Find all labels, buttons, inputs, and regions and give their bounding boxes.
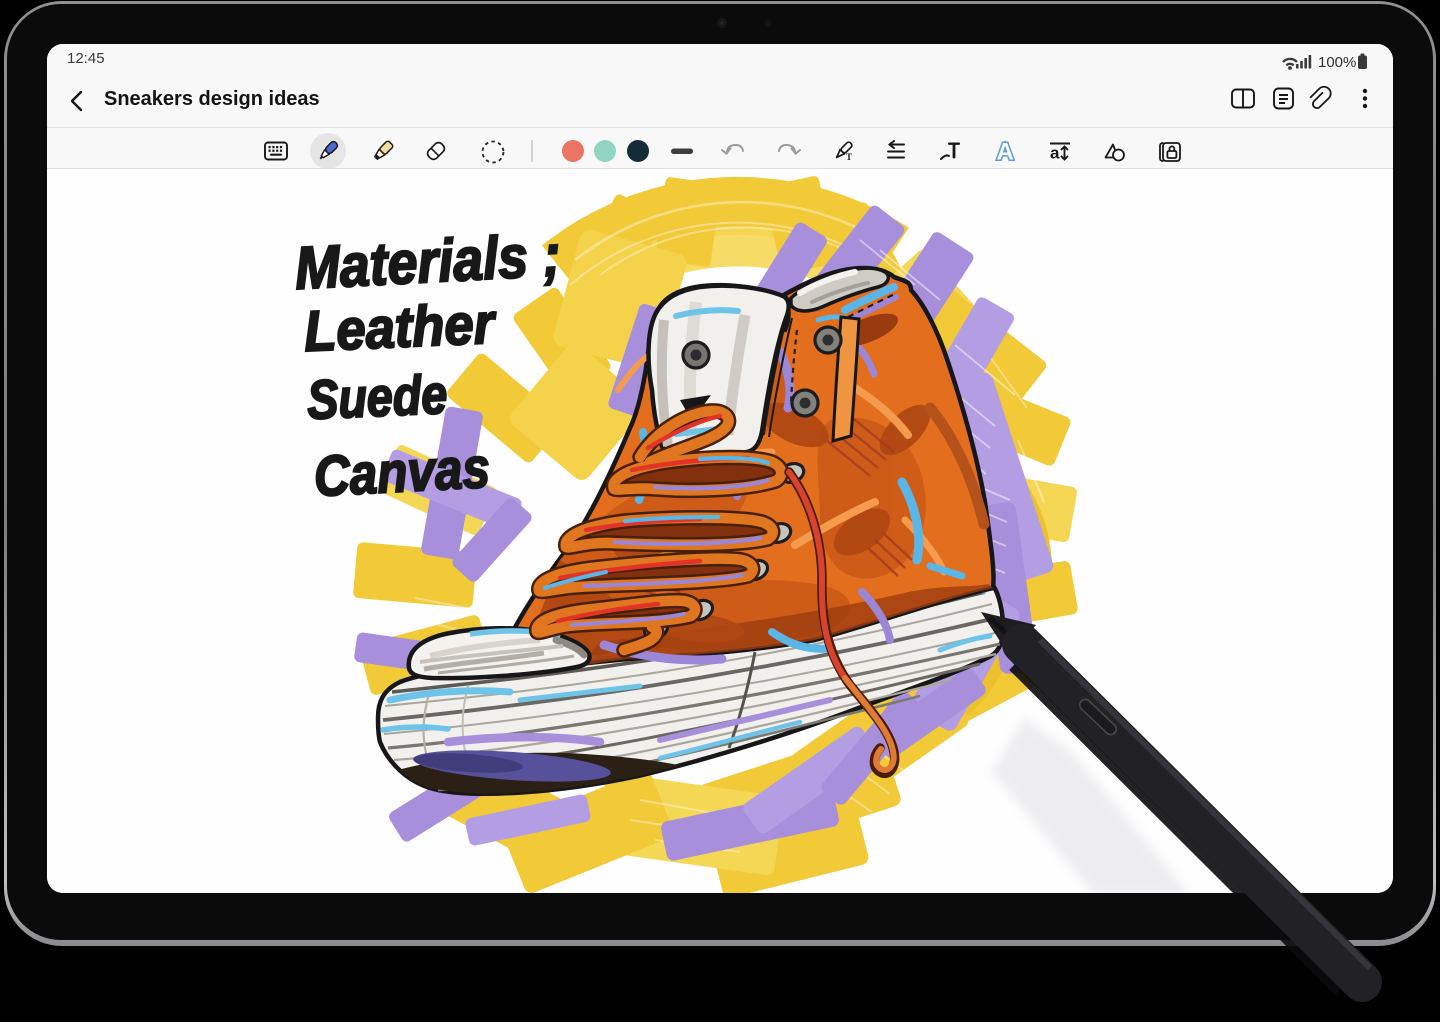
- svg-text:Leather: Leather: [303, 292, 498, 364]
- svg-text:a: a: [1050, 144, 1060, 163]
- svg-text:Canvas: Canvas: [312, 436, 491, 509]
- svg-text:A: A: [997, 139, 1014, 166]
- svg-text:100%: 100%: [1318, 54, 1356, 71]
- svg-text:Materials ;: Materials ;: [293, 221, 562, 302]
- svg-text:Suede: Suede: [306, 363, 449, 431]
- svg-text:T: T: [846, 152, 852, 162]
